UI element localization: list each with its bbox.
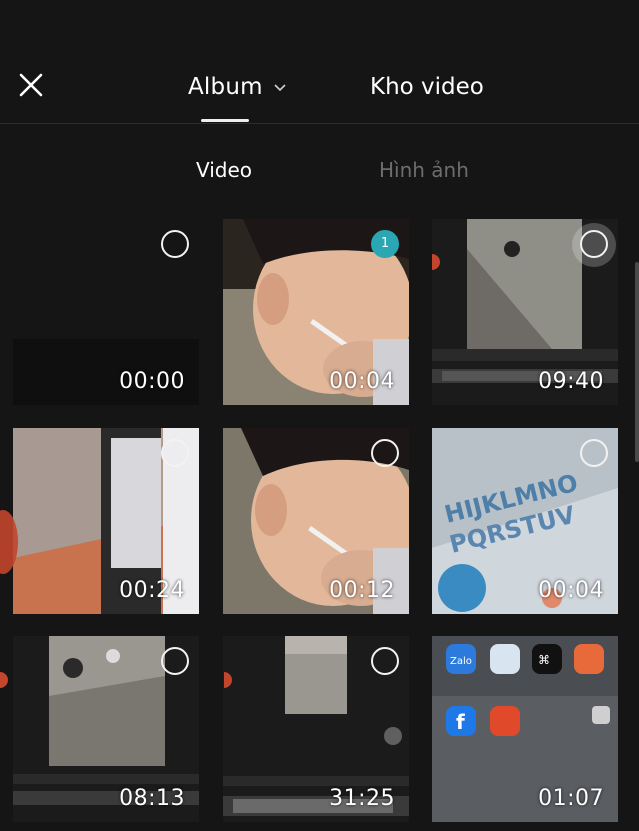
video-duration: 00:04 — [329, 369, 395, 394]
media-tile[interactable]: 00:24 — [13, 428, 199, 614]
select-circle[interactable] — [161, 439, 189, 467]
media-tile[interactable]: Zalo ⌘ f 01:07 — [432, 636, 618, 822]
select-circle[interactable] — [371, 439, 399, 467]
selected-badge[interactable]: 1 — [371, 230, 399, 258]
video-duration: 00:00 — [119, 369, 185, 394]
media-tile[interactable]: 00:00 — [13, 219, 199, 405]
select-circle[interactable] — [580, 230, 608, 258]
select-circle[interactable] — [371, 647, 399, 675]
scrollbar[interactable] — [635, 262, 639, 462]
video-duration: 01:07 — [538, 786, 604, 811]
media-tile[interactable]: 1 00:04 — [223, 219, 409, 405]
video-duration: 00:12 — [329, 578, 395, 603]
svg-text:⌘: ⌘ — [538, 653, 550, 667]
svg-text:f: f — [456, 710, 465, 734]
video-duration: 00:04 — [538, 578, 604, 603]
video-duration: 08:13 — [119, 786, 185, 811]
media-tile[interactable]: 31:25 — [223, 636, 409, 822]
video-duration: 00:24 — [119, 578, 185, 603]
media-tile[interactable]: HIJKLMNO PQRSTUV 00:04 — [432, 428, 618, 614]
media-grid: 00:00 1 00:04 09:40 00:24 00:12 HIJKLMNO… — [0, 0, 639, 831]
media-tile[interactable]: 09:40 — [432, 219, 618, 405]
select-circle[interactable] — [580, 439, 608, 467]
video-duration: 31:25 — [329, 786, 395, 811]
select-circle[interactable] — [161, 230, 189, 258]
select-circle[interactable] — [161, 647, 189, 675]
media-tile[interactable]: 00:12 — [223, 428, 409, 614]
svg-text:Zalo: Zalo — [450, 656, 472, 667]
media-tile[interactable]: 08:13 — [13, 636, 199, 822]
video-duration: 09:40 — [538, 369, 604, 394]
